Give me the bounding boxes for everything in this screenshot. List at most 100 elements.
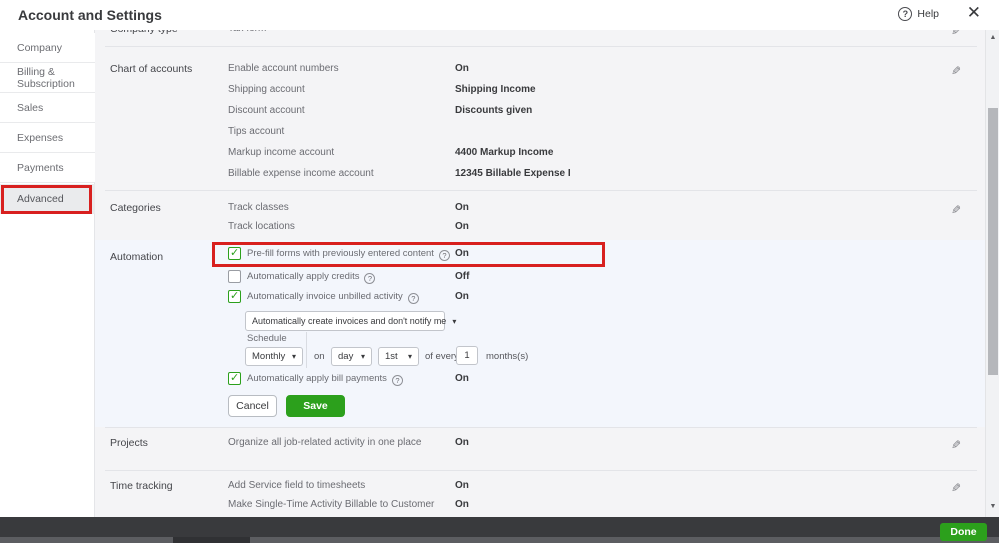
setting-value: 4400 Markup Income xyxy=(455,147,554,158)
setting-label: Markup income account xyxy=(228,147,335,158)
prefill-value: On xyxy=(455,248,469,259)
ordinal-value: 1st xyxy=(385,351,398,362)
interval-input[interactable] xyxy=(456,346,478,365)
setting-value: On xyxy=(455,221,469,232)
setting-label: Organize all job-related activity in one… xyxy=(228,437,422,448)
setting-label: Billable expense income account xyxy=(228,168,374,179)
setting-value: Shipping Income xyxy=(455,84,536,95)
section-divider xyxy=(105,46,977,47)
frequency-value: Monthly xyxy=(252,351,286,362)
setting-value: 12345 Billable Expense I xyxy=(455,168,571,179)
invoice-unbilled-label: Automatically invoice unbilled activity xyxy=(247,291,419,304)
schedule-divider xyxy=(306,332,307,368)
section-title-categories: Categories xyxy=(110,202,161,214)
question-circle-icon[interactable] xyxy=(364,273,376,284)
help-label: Help xyxy=(917,8,939,20)
settings-sidebar: Company Billing & Subscription Sales Exp… xyxy=(0,30,95,517)
section-divider xyxy=(105,427,977,428)
sidebar-item-expenses[interactable]: Expenses xyxy=(0,123,95,153)
chevron-down-icon xyxy=(446,317,456,326)
help-circle-icon xyxy=(898,7,913,21)
section-title-company-type: Company type xyxy=(110,30,178,35)
bill-payments-checkbox[interactable] xyxy=(228,371,241,385)
scroll-down-icon[interactable] xyxy=(986,501,999,513)
of-every-label: of every xyxy=(425,351,459,362)
setting-value: On xyxy=(455,202,469,213)
invoice-option-value: Automatically create invoices and don't … xyxy=(252,316,447,326)
setting-label: Enable account numbers xyxy=(228,63,339,74)
ordinal-select[interactable]: 1st xyxy=(378,347,419,366)
window-header: Account and Settings Help xyxy=(0,0,999,30)
section-divider xyxy=(105,470,977,471)
setting-value: On xyxy=(455,437,469,448)
settings-content: Company type Tax form Chart of accounts … xyxy=(95,30,985,517)
day-select[interactable]: day xyxy=(331,347,372,366)
edit-pencil-icon[interactable] xyxy=(951,64,967,80)
edit-pencil-icon[interactable] xyxy=(951,481,967,497)
help-button[interactable]: Help xyxy=(898,7,939,21)
chevron-down-icon xyxy=(355,352,365,361)
apply-credits-value: Off xyxy=(455,271,470,282)
setting-label-tax-form: Tax form xyxy=(228,30,266,34)
scroll-up-icon[interactable] xyxy=(986,32,999,44)
footer-bar: Done xyxy=(0,517,999,543)
sidebar-item-company[interactable]: Company xyxy=(0,33,95,63)
chevron-down-icon xyxy=(402,352,412,361)
setting-value: On xyxy=(455,63,469,74)
section-title-time-tracking: Time tracking xyxy=(110,480,173,492)
setting-label: Track classes xyxy=(228,202,289,213)
on-label: on xyxy=(314,351,325,362)
edit-pencil-icon[interactable] xyxy=(951,30,967,40)
invoice-unbilled-value: On xyxy=(455,291,469,302)
section-title-chart-of-accounts: Chart of accounts xyxy=(110,63,193,75)
setting-label: Discount account xyxy=(228,105,305,116)
frequency-select[interactable]: Monthly xyxy=(245,347,303,366)
months-label: months(s) xyxy=(486,351,529,362)
edit-pencil-icon[interactable] xyxy=(951,203,967,219)
vertical-scrollbar[interactable] xyxy=(985,30,999,517)
save-button[interactable]: Save xyxy=(286,395,345,417)
apply-credits-label: Automatically apply credits xyxy=(247,271,376,284)
invoice-unbilled-checkbox[interactable] xyxy=(228,289,241,303)
close-icon[interactable] xyxy=(967,3,981,23)
question-circle-icon[interactable] xyxy=(438,250,450,261)
setting-label: Tips account xyxy=(228,126,285,137)
apply-credits-checkbox[interactable] xyxy=(228,270,241,283)
prefill-checkbox[interactable] xyxy=(228,246,241,260)
question-circle-icon[interactable] xyxy=(407,293,419,304)
taskbar-block xyxy=(173,537,250,543)
setting-label: Track locations xyxy=(228,221,295,232)
section-divider xyxy=(105,190,977,191)
chevron-down-icon xyxy=(286,352,296,361)
prefill-label: Pre-fill forms with previously entered c… xyxy=(247,248,450,261)
bill-payments-value: On xyxy=(455,373,469,384)
done-button[interactable]: Done xyxy=(940,523,987,541)
setting-label: Make Single-Time Activity Billable to Cu… xyxy=(228,499,435,510)
invoice-option-select[interactable]: Automatically create invoices and don't … xyxy=(245,311,447,331)
day-value: day xyxy=(338,351,354,362)
setting-value: Discounts given xyxy=(455,105,533,116)
sidebar-item-billing[interactable]: Billing & Subscription xyxy=(0,63,95,93)
taskbar-strip xyxy=(0,537,999,543)
cancel-button[interactable]: Cancel xyxy=(228,395,277,417)
sidebar-item-advanced[interactable]: Advanced xyxy=(0,184,95,214)
setting-label: Shipping account xyxy=(228,84,305,95)
sidebar-item-sales[interactable]: Sales xyxy=(0,93,95,123)
scrollbar-thumb[interactable] xyxy=(988,108,998,375)
prefill-label-text: Pre-fill forms with previously entered c… xyxy=(247,248,434,259)
bill-payments-label-text: Automatically apply bill payments xyxy=(247,373,387,384)
page-title: Account and Settings xyxy=(18,7,162,23)
invoice-unbilled-label-text: Automatically invoice unbilled activity xyxy=(247,291,403,302)
setting-value: On xyxy=(455,480,469,491)
apply-credits-label-text: Automatically apply credits xyxy=(247,271,360,282)
setting-value: On xyxy=(455,499,469,510)
setting-label: Add Service field to timesheets xyxy=(228,480,366,491)
bill-payments-label: Automatically apply bill payments xyxy=(247,373,403,386)
edit-pencil-icon[interactable] xyxy=(951,438,967,454)
account-settings-window: Account and Settings Help Company Billin… xyxy=(0,0,999,543)
section-title-projects: Projects xyxy=(110,437,148,449)
sidebar-item-payments[interactable]: Payments xyxy=(0,153,95,183)
schedule-label: Schedule xyxy=(247,333,287,344)
section-title-automation: Automation xyxy=(110,251,164,263)
question-circle-icon[interactable] xyxy=(391,375,403,386)
